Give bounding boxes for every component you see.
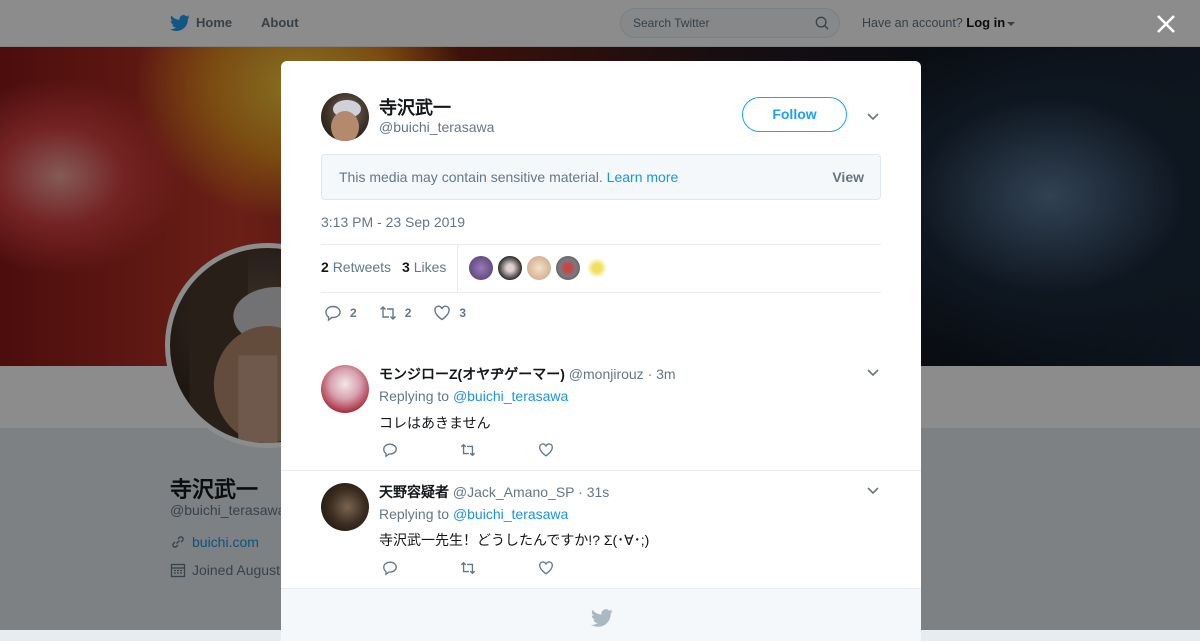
author-handle[interactable]: @buichi_terasawa <box>379 119 494 135</box>
reply-icon <box>325 305 341 322</box>
retweet-action[interactable] <box>460 560 476 576</box>
reply-count: 2 <box>350 306 357 320</box>
reply-action[interactable] <box>382 560 398 576</box>
reply-author-handle[interactable]: @Jack_Amano_SP <box>453 484 574 500</box>
like-count: 3 <box>459 306 467 320</box>
reply-time[interactable]: · 3m <box>648 366 676 382</box>
chevron-down-icon[interactable] <box>865 482 881 498</box>
retweet-icon <box>460 561 476 575</box>
liker-avatar[interactable] <box>498 256 522 280</box>
replying-prefix: Replying to <box>379 506 450 522</box>
modal-footer <box>281 588 921 641</box>
retweet-icon <box>460 443 476 457</box>
reply-avatar[interactable] <box>321 483 369 531</box>
sensitive-text: This media may contain sensitive materia… <box>339 169 603 185</box>
reply-time[interactable]: · 31s <box>578 484 609 500</box>
reply-item[interactable]: 天野容疑者 @Jack_Amano_SP · 31s Replying to @… <box>281 470 921 589</box>
chevron-down-icon[interactable] <box>865 364 881 380</box>
replying-to: Replying to @buichi_terasawa <box>379 506 568 522</box>
retweets-stat[interactable]: 2 Retweets <box>321 245 391 292</box>
reply-action[interactable] <box>382 442 398 458</box>
likes-stat[interactable]: 3 Likes <box>402 245 446 292</box>
reply-action[interactable]: 2 <box>324 304 357 322</box>
reply-icon <box>383 443 397 458</box>
like-action[interactable] <box>538 560 554 576</box>
author-avatar[interactable] <box>321 93 369 141</box>
reply-author-name[interactable]: モンジローZ(オヤヂゲーマー) <box>379 366 565 382</box>
reply-item[interactable]: モンジローZ(オヤヂゲーマー) @monjirouz · 3m Replying… <box>281 344 921 470</box>
chevron-down-icon[interactable] <box>865 108 881 124</box>
replying-prefix: Replying to <box>379 388 450 404</box>
retweets-label: Retweets <box>332 259 392 275</box>
like-action[interactable] <box>538 442 554 458</box>
tweet-modal: 寺沢武一 @buichi_terasawa Follow This media … <box>281 61 921 641</box>
reply-author-handle[interactable]: @monjirouz <box>569 366 644 382</box>
reply-header: モンジローZ(オヤヂゲーマー) @monjirouz · 3m <box>379 364 676 384</box>
likes-count: 3 <box>402 259 410 275</box>
liker-avatar[interactable] <box>527 256 551 280</box>
reply-actions <box>382 560 576 576</box>
view-button[interactable]: View <box>832 155 864 199</box>
author-name[interactable]: 寺沢武一 <box>379 94 451 120</box>
like-action[interactable]: 3 <box>433 304 466 322</box>
author-avatar-image <box>331 100 361 141</box>
twitter-bird-icon <box>591 609 613 627</box>
follow-button[interactable]: Follow <box>742 97 847 132</box>
retweet-action[interactable]: 2 <box>379 304 412 322</box>
reply-actions <box>382 442 576 458</box>
likes-label: Likes <box>413 259 447 275</box>
reply-avatar[interactable] <box>321 365 369 413</box>
retweets-count: 2 <box>321 259 329 275</box>
reply-author-name[interactable]: 天野容疑者 <box>379 484 449 500</box>
tweet-stats: 2 Retweets 3 Likes <box>321 244 881 293</box>
tweet-timestamp[interactable]: 3:13 PM - 23 Sep 2019 <box>321 214 465 230</box>
heart-icon <box>539 443 553 457</box>
liker-avatar[interactable] <box>469 256 493 280</box>
close-icon[interactable] <box>1152 10 1180 38</box>
heart-icon <box>434 305 451 321</box>
reply-header: 天野容疑者 @Jack_Amano_SP · 31s <box>379 482 609 502</box>
likers-avatars <box>469 256 609 280</box>
replying-to-handle[interactable]: @buichi_terasawa <box>453 506 568 522</box>
liker-avatar[interactable] <box>556 256 580 280</box>
tweet-actions: 2 2 3 <box>324 304 488 322</box>
retweet-action[interactable] <box>460 442 476 458</box>
reply-icon <box>383 561 397 576</box>
learn-more-link[interactable]: Learn more <box>607 169 679 185</box>
replying-to: Replying to @buichi_terasawa <box>379 388 568 404</box>
liker-avatar[interactable] <box>585 256 609 280</box>
stats-divider <box>457 245 458 292</box>
heart-icon <box>539 561 553 575</box>
retweet-count: 2 <box>404 306 412 320</box>
reply-text: コレはあきません <box>379 415 491 431</box>
retweet-icon <box>379 306 396 320</box>
sensitive-media-notice: This media may contain sensitive materia… <box>321 154 881 200</box>
reply-text: 寺沢武一先生！どうしたんですか!? Σ(･∀･;) <box>379 532 650 548</box>
replying-to-handle[interactable]: @buichi_terasawa <box>453 388 568 404</box>
